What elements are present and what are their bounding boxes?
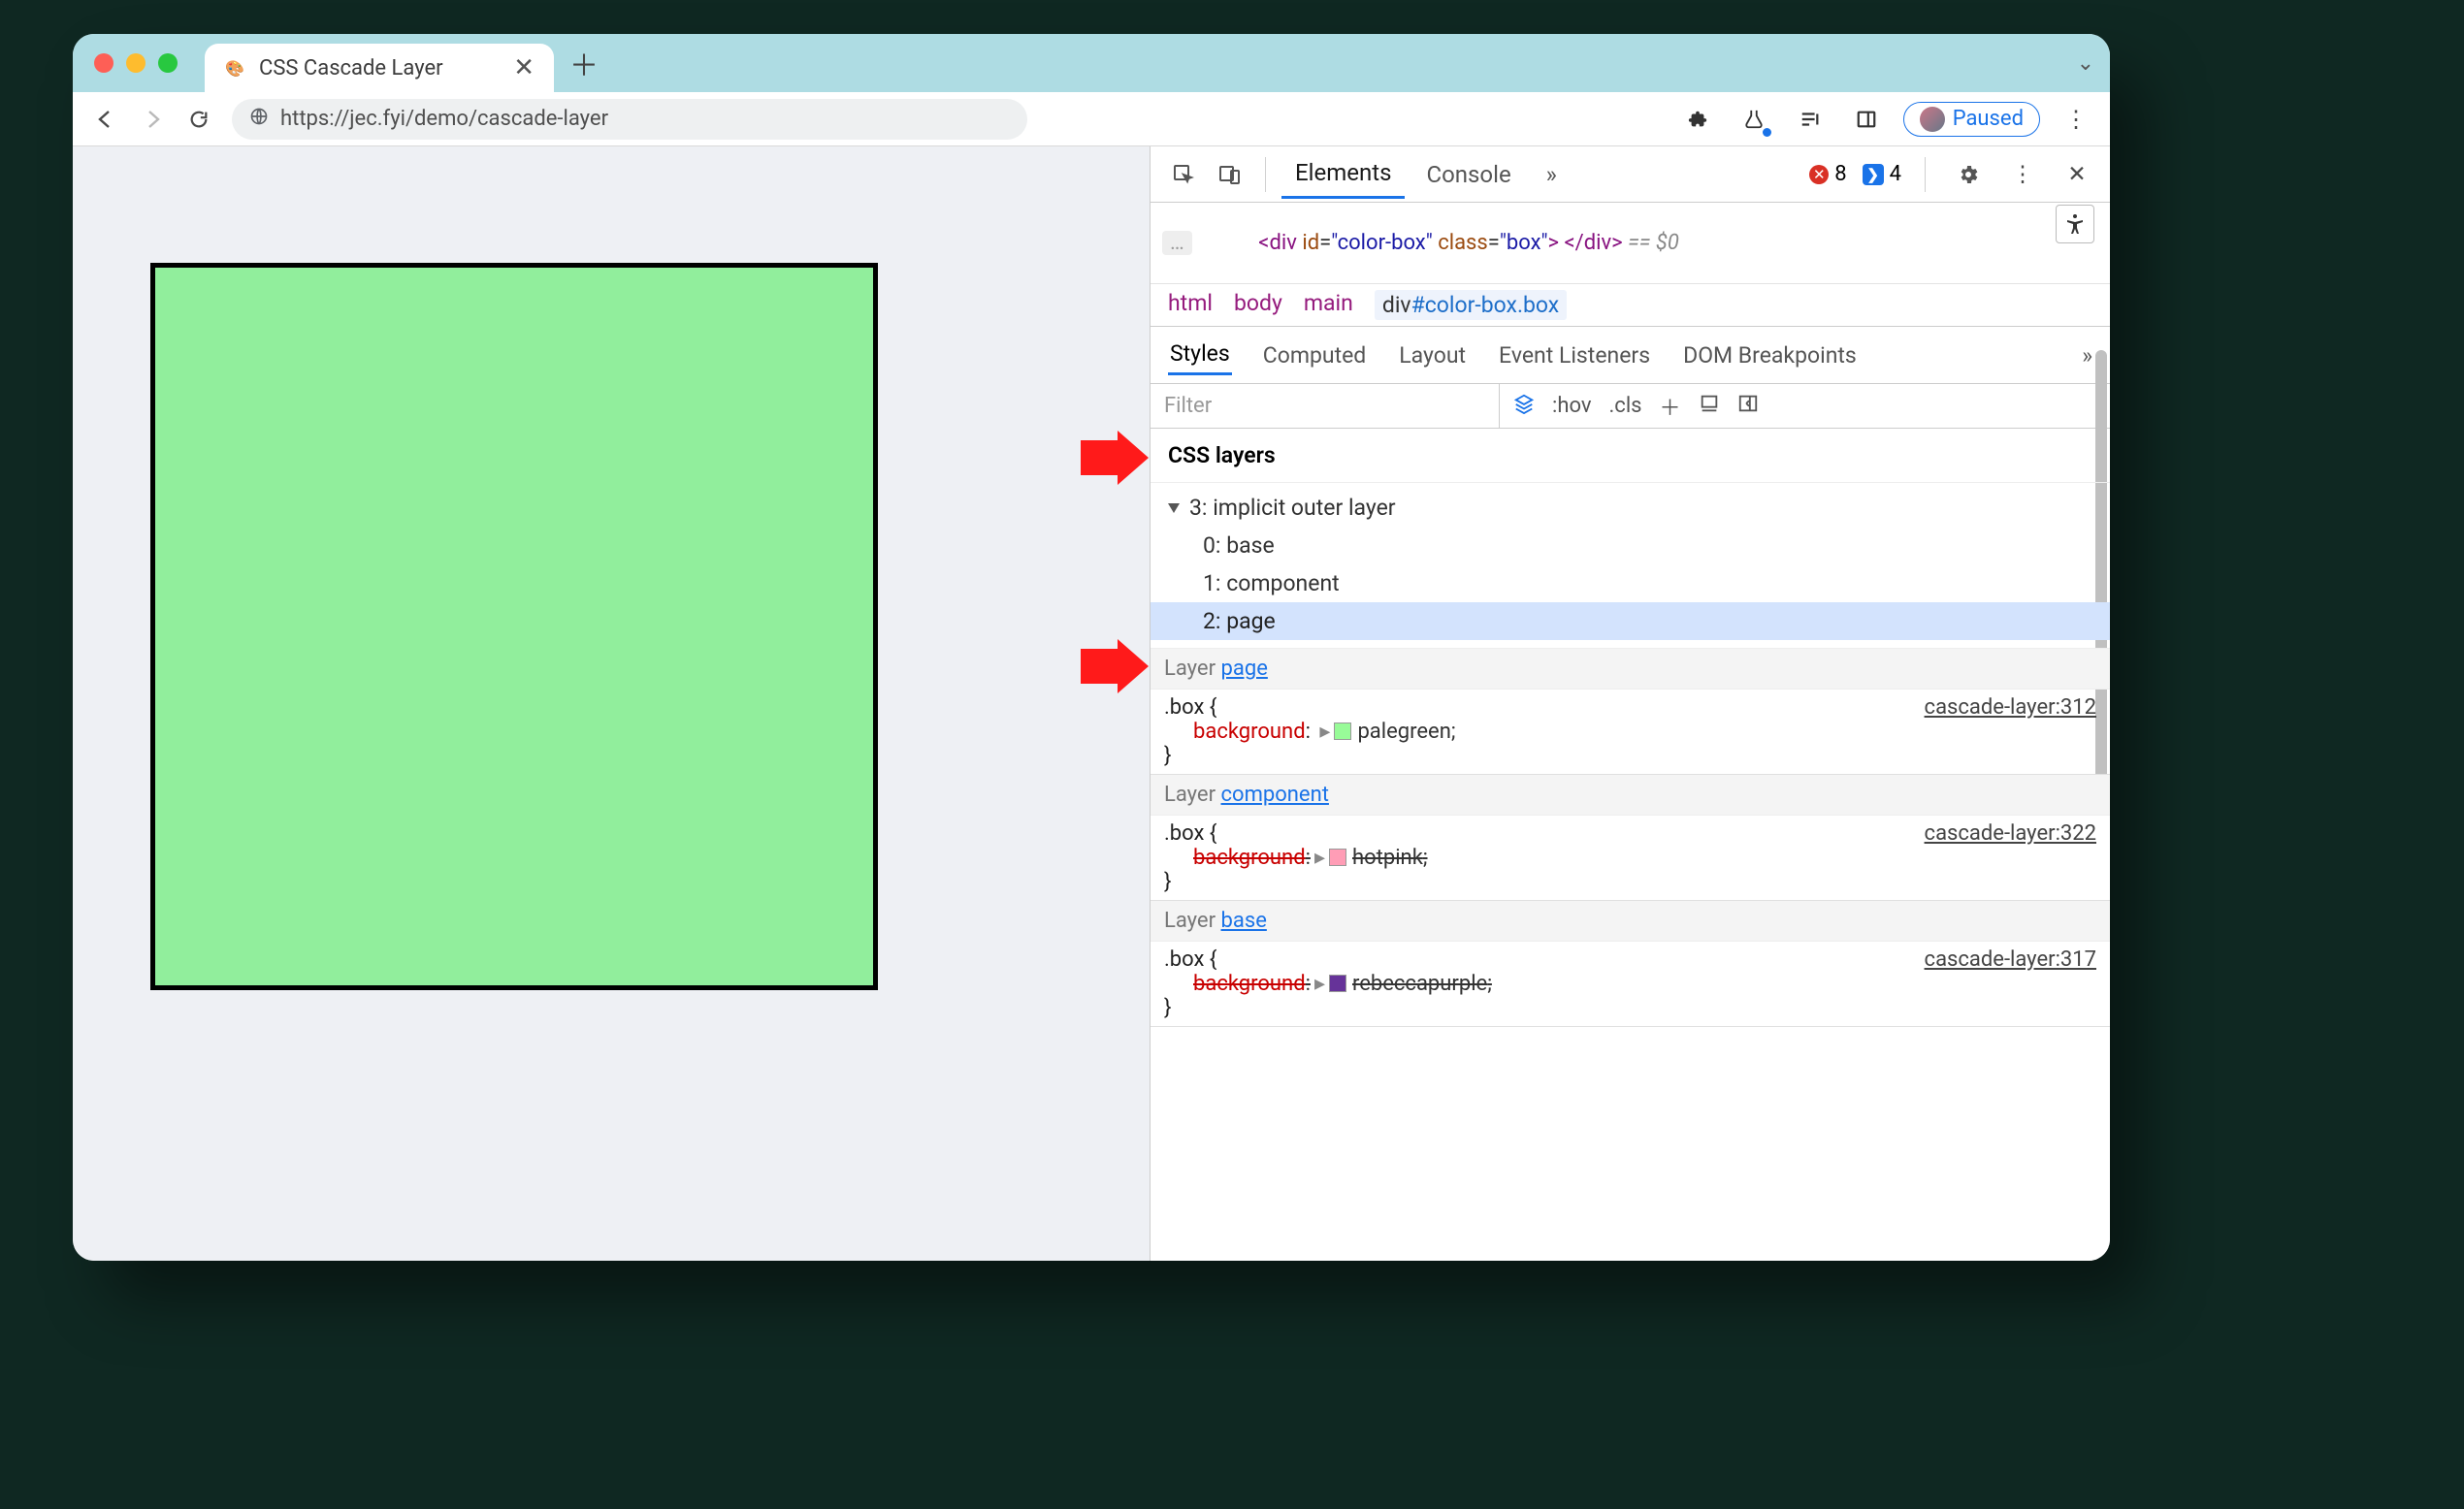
minimize-window-button[interactable] [126,53,146,73]
browser-tab[interactable]: 🎨 CSS Cascade Layer ✕ [205,44,554,92]
messages-badge[interactable]: ❯ 4 [1863,162,1901,186]
address-bar[interactable]: https://jec.fyi/demo/cascade-layer [232,99,1027,140]
rule-group-page: Layer page cascade-layer:312 .box { back… [1151,649,2110,775]
devtools-tab-elements[interactable]: Elements [1281,149,1405,199]
crumb-main[interactable]: main [1304,290,1353,320]
extensions-icon[interactable] [1678,100,1717,139]
device-toggle-icon[interactable] [1211,155,1249,194]
close-window-button[interactable] [94,53,113,73]
callout-arrow-icon [1081,431,1149,485]
caret-down-icon [1168,503,1180,513]
layer-link-component[interactable]: component [1221,783,1329,807]
toolbar-right: Paused ⋮ [1678,100,2096,139]
layer-tree-item-component[interactable]: 1: component [1168,564,2092,602]
crumb-selected[interactable]: div#color-box.box [1375,290,1567,320]
maximize-window-button[interactable] [158,53,178,73]
subtab-styles[interactable]: Styles [1168,335,1232,375]
styles-filter-input[interactable]: Filter [1151,384,1500,428]
rule-group-base: Layer base cascade-layer:317 .box { back… [1151,901,2110,1027]
css-layers-heading: CSS layers [1151,429,2110,483]
devtools-panel: Elements Console » ✕ 8 ❯ 4 [1150,146,2110,1261]
layer-tree-item-page[interactable]: 2: page [1151,602,2110,640]
tab-favicon: 🎨 [224,57,245,79]
layer-tree-root[interactable]: 3: implicit outer layer [1168,489,2092,527]
error-icon: ✕ [1809,165,1829,184]
toggle-layers-icon[interactable] [1513,393,1535,420]
panel-icon[interactable] [1847,100,1886,139]
inspect-element-icon[interactable] [1164,155,1203,194]
profile-paused-pill[interactable]: Paused [1903,102,2040,137]
new-tab-button[interactable]: ＋ [569,42,599,84]
sidebar-toggle-icon[interactable] [1737,393,1759,420]
source-link[interactable]: cascade-layer:322 [1925,821,2096,846]
browser-window: 🎨 CSS Cascade Layer ✕ ＋ ⌄ https://jec.fy… [73,34,2110,1261]
forward-button[interactable] [133,100,172,139]
labs-icon[interactable] [1735,100,1773,139]
source-link[interactable]: cascade-layer:317 [1925,947,2096,972]
site-info-icon[interactable] [249,107,269,132]
subtab-dom-breakpoints[interactable]: DOM Breakpoints [1681,337,1859,374]
new-style-rule-icon[interactable]: ＋ [1660,391,1681,422]
css-layers-tree: 3: implicit outer layer 0: base 1: compo… [1151,483,2110,649]
color-box [150,263,878,990]
callout-arrow-icon [1081,639,1149,693]
back-button[interactable] [86,100,125,139]
color-swatch[interactable] [1329,849,1346,866]
page-viewport [73,146,1150,1261]
messages-count: 4 [1890,162,1901,186]
close-tab-icon[interactable]: ✕ [513,53,535,82]
devtools-tabs-overflow-icon[interactable]: » [1533,151,1571,198]
layer-tree-item-base[interactable]: 0: base [1168,527,2092,564]
errors-badge[interactable]: ✕ 8 [1809,162,1846,186]
color-swatch[interactable] [1329,975,1346,992]
color-swatch[interactable] [1334,722,1351,740]
source-link[interactable]: cascade-layer:312 [1925,695,2096,720]
styles-subtabs: Styles Computed Layout Event Listeners D… [1151,327,2110,384]
devtools-close-icon[interactable]: ✕ [2058,155,2096,194]
subtab-computed[interactable]: Computed [1261,337,1369,374]
menu-icon[interactable]: ⋮ [2058,100,2096,139]
layer-link-page[interactable]: page [1221,657,1268,681]
toolbar: https://jec.fyi/demo/cascade-layer Pause… [73,92,2110,146]
rule-group-component: Layer component cascade-layer:322 .box {… [1151,775,2110,901]
hov-toggle[interactable]: :hov [1552,394,1592,418]
crumb-html[interactable]: html [1168,290,1213,320]
computed-styles-icon[interactable] [1699,393,1720,420]
crumb-body[interactable]: body [1234,290,1282,320]
window-titlebar: 🎨 CSS Cascade Layer ✕ ＋ ⌄ [73,34,2110,92]
tabs-dropdown-icon[interactable]: ⌄ [2077,51,2094,76]
elements-ellipsis[interactable]: … [1162,231,1192,255]
url-text: https://jec.fyi/demo/cascade-layer [280,107,608,131]
settings-icon[interactable] [1949,155,1988,194]
subtab-layout[interactable]: Layout [1397,337,1468,374]
layer-link-base[interactable]: base [1221,909,1267,933]
tab-title: CSS Cascade Layer [259,56,443,80]
subtabs-overflow-icon[interactable]: » [2082,342,2092,369]
devtools-tab-console[interactable]: Console [1412,151,1524,198]
content-area: Elements Console » ✕ 8 ❯ 4 [73,146,2110,1261]
styles-filter-row: Filter :hov .cls ＋ [1151,384,2110,429]
paused-label: Paused [1953,107,2024,131]
subtab-events[interactable]: Event Listeners [1497,337,1652,374]
reload-button[interactable] [179,100,218,139]
message-icon: ❯ [1863,164,1884,185]
avatar [1920,107,1945,132]
window-controls [94,53,178,73]
devtools-menu-icon[interactable]: ⋮ [2003,155,2042,194]
reading-list-icon[interactable] [1791,100,1830,139]
cls-toggle[interactable]: .cls [1609,394,1642,418]
errors-count: 8 [1834,162,1846,186]
elements-selected-node[interactable]: … <div id="color-box" class="box"> </div… [1151,203,2110,284]
elements-breadcrumb: html body main div#color-box.box [1151,284,2110,327]
devtools-toolbar: Elements Console » ✕ 8 ❯ 4 [1151,146,2110,203]
accessibility-icon[interactable] [2056,205,2094,243]
